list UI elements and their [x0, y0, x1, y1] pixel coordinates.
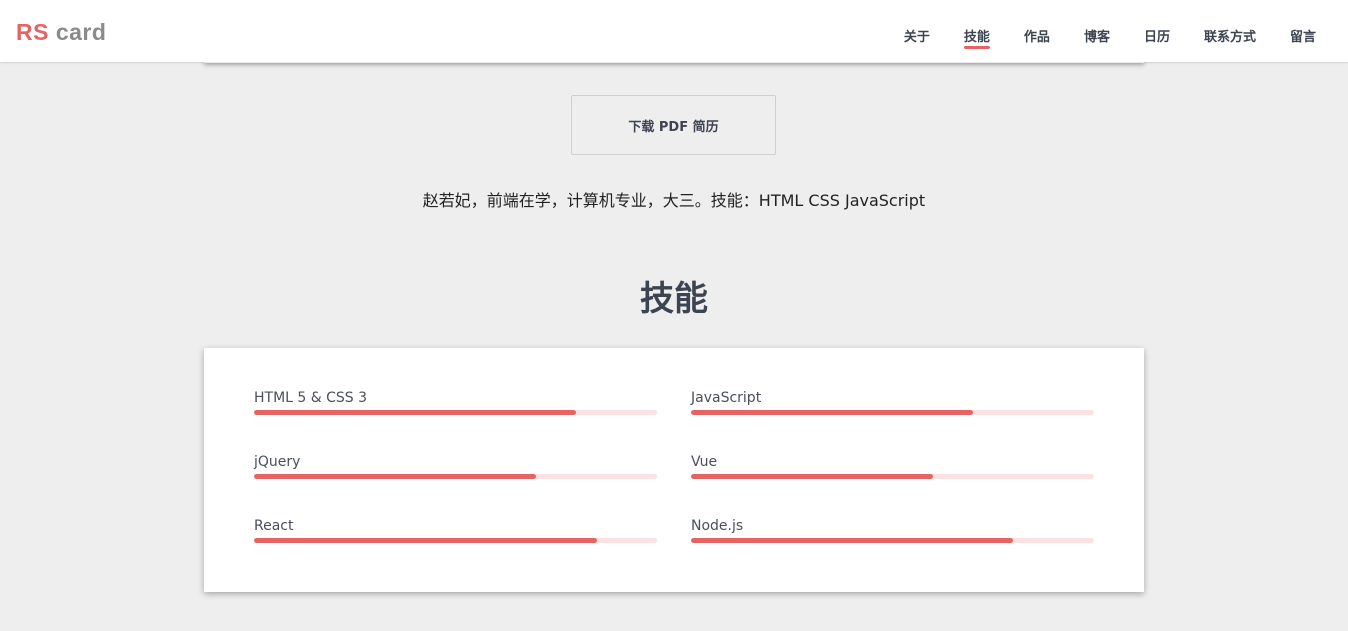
- main-nav: 关于 技能 作品 博客 日历 联系方式 留言: [904, 0, 1348, 62]
- nav-item-guestbook[interactable]: 留言: [1290, 0, 1316, 62]
- skill-vue: Vue: [691, 453, 1094, 479]
- nav-item-about[interactable]: 关于: [904, 0, 930, 62]
- intro-text: 赵若妃，前端在学，计算机专业，大三。技能：HTML CSS JavaScript: [422, 191, 926, 210]
- skill-label: JavaScript: [691, 390, 762, 406]
- nav-item-blog[interactable]: 博客: [1084, 0, 1110, 62]
- skill-label: Vue: [691, 454, 718, 470]
- skill-progress-fill: [691, 474, 933, 479]
- download-pdf-button[interactable]: 下载 PDF 简历: [571, 95, 776, 155]
- nav-item-calendar[interactable]: 日历: [1144, 0, 1170, 62]
- skill-progress-track: [691, 538, 1094, 543]
- skill-html-css: HTML 5 & CSS 3: [254, 389, 657, 415]
- skills-section-title: 技能: [640, 279, 708, 319]
- logo-rs: RS: [16, 19, 49, 45]
- skill-progress-fill: [691, 538, 1014, 543]
- skill-nodejs: Node.js: [691, 517, 1094, 543]
- skill-label: HTML 5 & CSS 3: [254, 390, 368, 406]
- skill-javascript: JavaScript: [691, 389, 1094, 415]
- skills-card: HTML 5 & CSS 3 JavaScript jQuery Vue Rea…: [204, 348, 1144, 592]
- skill-react: React: [254, 517, 657, 543]
- skill-progress-fill: [254, 410, 577, 415]
- top-navbar: RS card 关于 技能 作品 博客 日历 联系方式 留言: [0, 0, 1348, 62]
- skill-progress-track: [254, 538, 657, 543]
- nav-item-skills[interactable]: 技能: [963, 0, 990, 62]
- skill-progress-fill: [691, 410, 974, 415]
- skill-progress-fill: [254, 474, 537, 479]
- logo[interactable]: RS card: [16, 18, 106, 46]
- skill-progress-track: [254, 410, 657, 415]
- skill-label: Node.js: [691, 518, 744, 534]
- logo-card: card: [55, 19, 107, 45]
- skill-progress-fill: [254, 538, 597, 543]
- skill-progress-track: [254, 474, 657, 479]
- skill-progress-track: [691, 410, 1094, 415]
- skill-progress-track: [691, 474, 1094, 479]
- skill-jquery: jQuery: [254, 453, 657, 479]
- nav-item-contact[interactable]: 联系方式: [1204, 0, 1256, 62]
- skill-label: React: [254, 518, 294, 534]
- nav-item-works[interactable]: 作品: [1024, 0, 1050, 62]
- skill-label: jQuery: [254, 454, 301, 470]
